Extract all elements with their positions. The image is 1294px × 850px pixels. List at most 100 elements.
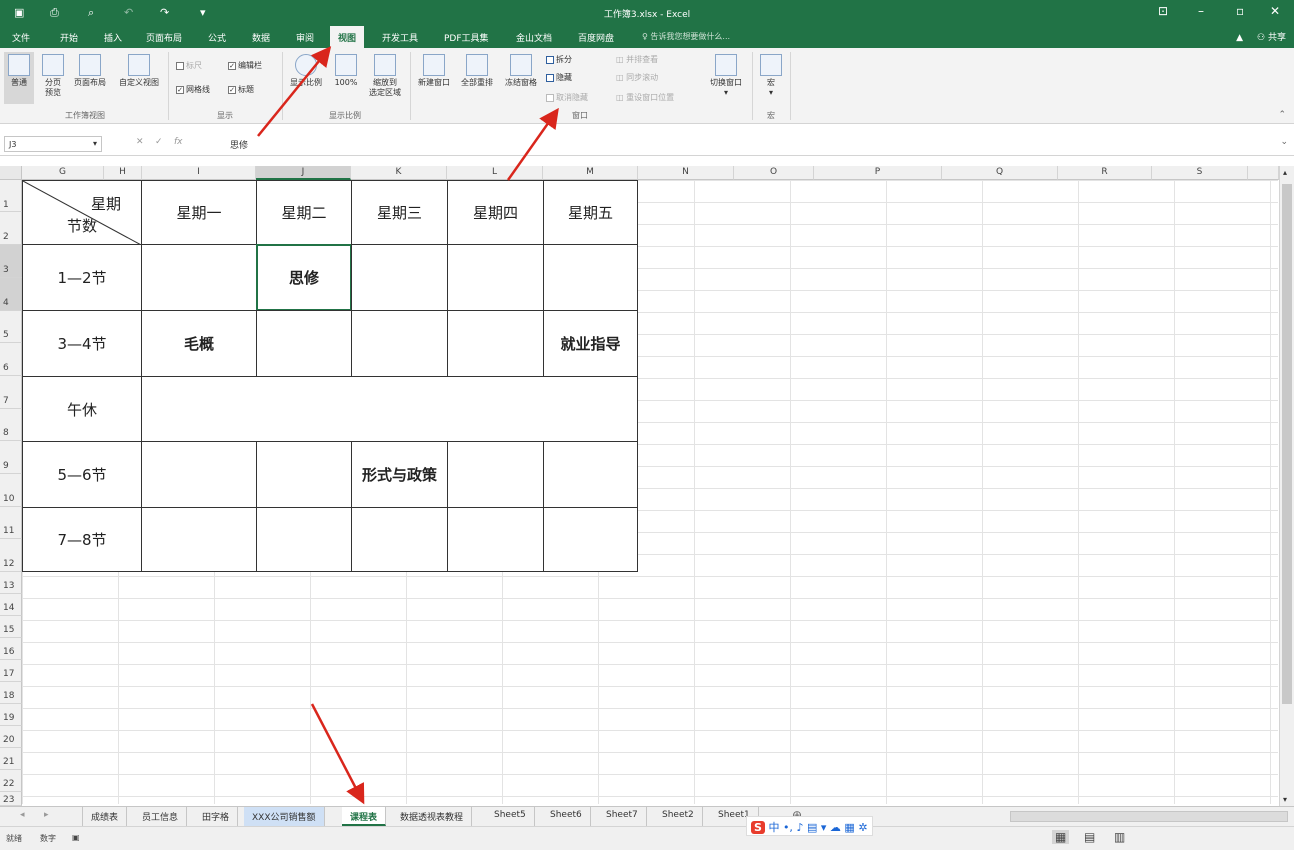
maximize-icon[interactable]: ▫ xyxy=(1236,4,1244,18)
switch-windows-button[interactable]: 切换窗口 ▾ xyxy=(704,54,748,98)
timetable-cell[interactable]: 毛概 xyxy=(141,310,257,377)
minimize-icon[interactable]: – xyxy=(1198,4,1204,18)
day-header-cell[interactable]: 星期五 xyxy=(543,180,638,245)
row-header[interactable]: 23 xyxy=(0,792,22,806)
timetable-cell[interactable] xyxy=(256,441,352,508)
row-header-selected[interactable]: 4 xyxy=(0,278,22,311)
row-header[interactable]: 2 xyxy=(0,212,22,245)
column-header[interactable]: N xyxy=(638,166,734,180)
timetable-cell[interactable]: 就业指导 xyxy=(543,310,638,377)
sheet-tab[interactable]: Sheet5 xyxy=(486,807,535,826)
row-header-selected[interactable]: 3 xyxy=(0,245,22,278)
vertical-scrollbar[interactable]: ▴ ▾ xyxy=(1279,166,1294,806)
row-header[interactable]: 11 xyxy=(0,507,22,539)
day-header-cell[interactable]: 星期四 xyxy=(447,180,544,245)
cloud-icon[interactable]: ☁ xyxy=(830,821,841,834)
tab-kingsoft-docs[interactable]: 金山文档 xyxy=(516,31,552,44)
prev-sheet-icon[interactable]: ◂ xyxy=(20,810,25,820)
timetable-cell[interactable] xyxy=(447,244,544,311)
row-header[interactable]: 8 xyxy=(0,409,22,441)
hide-button[interactable]: 隐藏 xyxy=(546,72,572,83)
row-header[interactable]: 7 xyxy=(0,376,22,409)
row-header[interactable]: 14 xyxy=(0,594,22,616)
row-header[interactable]: 1 xyxy=(0,180,22,212)
period-cell[interactable]: 3—4节 xyxy=(22,310,142,377)
sheet-tab[interactable]: Sheet7 xyxy=(598,807,647,826)
select-all-corner[interactable] xyxy=(0,166,22,180)
timetable-cell[interactable] xyxy=(141,244,257,311)
name-box[interactable]: J3 ▾ xyxy=(4,136,102,152)
scrollbar-thumb[interactable] xyxy=(1282,184,1292,704)
column-header[interactable]: G xyxy=(22,166,104,180)
horizontal-scrollbar[interactable] xyxy=(1010,811,1288,822)
tab-data[interactable]: 数据 xyxy=(252,31,270,44)
row-header[interactable]: 13 xyxy=(0,572,22,594)
timetable-cell[interactable]: 形式与政策 xyxy=(351,441,448,508)
sheet-tab[interactable]: 员工信息 xyxy=(134,807,188,826)
keyboard-icon[interactable]: ▤ xyxy=(807,821,817,834)
tab-insert[interactable]: 插入 xyxy=(104,31,122,44)
arrange-all-button[interactable]: 全部重排 xyxy=(456,54,498,88)
share-button[interactable]: ▲ ⚇ 共享 xyxy=(1236,30,1286,43)
reset-window-position-button[interactable]: ◫ 重设窗口位置 xyxy=(616,92,674,103)
period-cell[interactable]: 5—6节 xyxy=(22,441,142,508)
formula-bar-checkbox[interactable]: ✓ 编辑栏 xyxy=(228,60,262,71)
timetable-cell[interactable] xyxy=(447,441,544,508)
row-header[interactable]: 15 xyxy=(0,616,22,638)
row-header[interactable]: 6 xyxy=(0,343,22,376)
tab-view[interactable]: 视图 xyxy=(330,26,365,48)
column-header[interactable]: K xyxy=(351,166,447,180)
timetable-cell[interactable] xyxy=(141,441,257,508)
column-header[interactable]: O xyxy=(734,166,814,180)
scroll-up-icon[interactable]: ▴ xyxy=(1283,168,1287,177)
column-header[interactable]: H xyxy=(104,166,142,180)
row-header[interactable]: 9 xyxy=(0,441,22,474)
column-header-selected[interactable]: J xyxy=(256,166,351,180)
sheet-tab[interactable]: XXX公司销售额 xyxy=(244,807,325,826)
chinese-mode-icon[interactable]: 中 xyxy=(768,821,779,834)
next-sheet-icon[interactable]: ▸ xyxy=(44,810,49,820)
timetable-cell[interactable] xyxy=(543,244,638,311)
row-header[interactable]: 12 xyxy=(0,539,22,572)
ime-toolbar[interactable]: S 中 •, ♪ ▤ ▾ ☁ ▦ ✲ xyxy=(746,816,873,836)
row-header[interactable]: 19 xyxy=(0,704,22,726)
formula-input[interactable]: 思修 xyxy=(230,138,248,151)
day-header-cell[interactable]: 星期一 xyxy=(141,180,257,245)
ribbon-display-icon[interactable]: ⊡ xyxy=(1158,4,1168,18)
timetable-cell-selected[interactable]: 思修 xyxy=(256,244,352,311)
zoom-100-button[interactable]: 100% xyxy=(330,54,362,88)
custom-views-button[interactable]: 自定义视图 xyxy=(114,54,164,88)
expand-formula-bar-icon[interactable]: ⌄ xyxy=(1280,137,1288,147)
timetable-cell[interactable] xyxy=(351,310,448,377)
zoom-button[interactable]: 显示比例 xyxy=(286,54,326,88)
enter-icon[interactable]: ✓ xyxy=(155,137,163,147)
column-header[interactable] xyxy=(1248,166,1279,180)
page-layout-view-button[interactable]: 页面布局 xyxy=(70,54,110,88)
insert-function-icon[interactable]: fx xyxy=(174,137,183,147)
tell-me-search[interactable]: ♀ 告诉我您想要做什么... xyxy=(642,31,730,42)
column-header[interactable]: M xyxy=(543,166,638,180)
collapse-ribbon-icon[interactable]: ⌃ xyxy=(1278,110,1286,120)
normal-view-button[interactable]: 普通 xyxy=(4,52,34,104)
row-header[interactable]: 21 xyxy=(0,748,22,770)
split-button[interactable]: 拆分 xyxy=(546,54,572,65)
macro-record-icon[interactable]: ▣ xyxy=(72,833,80,842)
timetable-cell[interactable] xyxy=(256,507,352,572)
diagonal-header-cell[interactable]: 星期 节数 xyxy=(22,180,143,246)
new-window-button[interactable]: 新建窗口 xyxy=(414,54,454,88)
tab-home[interactable]: 开始 xyxy=(60,31,78,44)
column-header[interactable]: P xyxy=(814,166,942,180)
microphone-icon[interactable]: ♪ xyxy=(796,821,803,834)
column-header[interactable]: L xyxy=(447,166,543,180)
column-header[interactable]: R xyxy=(1058,166,1152,180)
period-cell[interactable]: 午休 xyxy=(22,376,142,442)
page-break-preview-button[interactable]: 分页 预览 xyxy=(38,54,68,98)
row-header[interactable]: 22 xyxy=(0,770,22,792)
view-side-by-side-button[interactable]: ◫ 并排查看 xyxy=(616,54,658,65)
row-header[interactable]: 5 xyxy=(0,311,22,343)
timetable-cell[interactable] xyxy=(447,310,544,377)
row-header[interactable]: 18 xyxy=(0,682,22,704)
macros-button[interactable]: 宏 ▾ xyxy=(756,54,786,98)
timetable-cell[interactable] xyxy=(351,507,448,572)
page-break-view-icon[interactable]: ▥ xyxy=(1114,830,1125,844)
